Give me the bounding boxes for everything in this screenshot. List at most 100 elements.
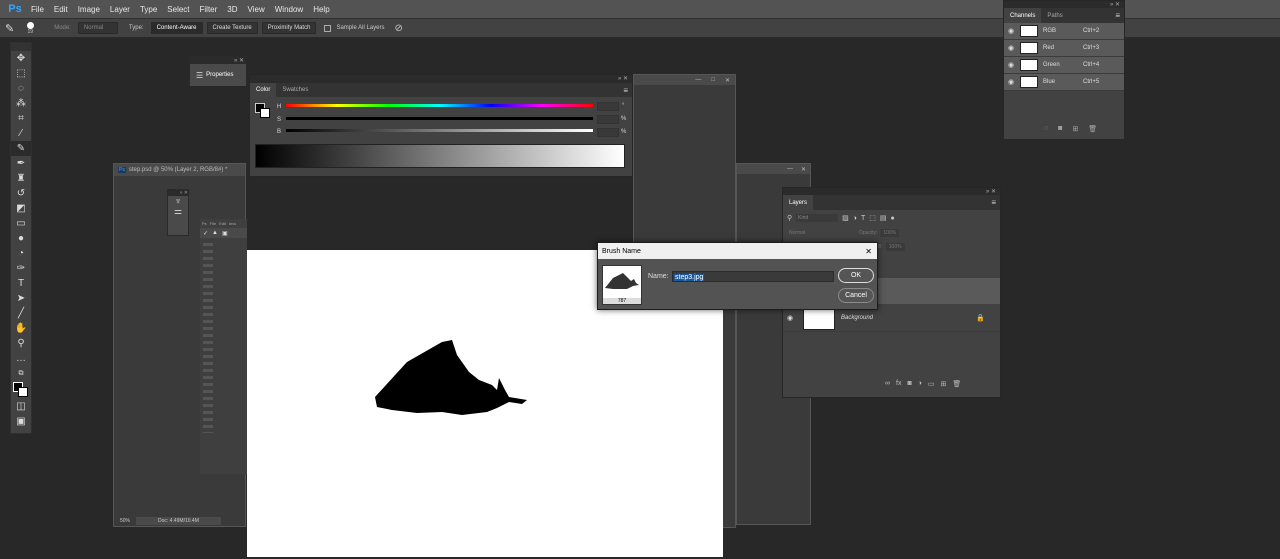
history-brush-icon[interactable]: ↺ <box>11 186 31 201</box>
eye-icon[interactable]: ◉ <box>1004 27 1018 35</box>
adjust-icon[interactable]: ⚌ <box>168 206 188 217</box>
channel-row[interactable]: ◉ Green Ctrl+4 <box>1004 57 1124 74</box>
properties-panel-grip[interactable]: » ✕ <box>190 57 246 64</box>
close-icon-2[interactable]: ✕ <box>797 166 810 173</box>
save-selection-icon[interactable]: ◙ <box>1058 125 1062 133</box>
mode-select[interactable]: Normal <box>77 22 118 34</box>
tab-layers[interactable]: Layers <box>783 195 814 210</box>
layers-panel-grip[interactable]: » ✕ <box>783 188 1000 195</box>
zoom-level[interactable]: 50% <box>114 518 136 524</box>
stamp-tool-icon[interactable]: ♜ <box>11 171 31 186</box>
channels-panel-grip[interactable]: » ✕ <box>1004 1 1124 8</box>
new-channel-icon[interactable]: ⊞ <box>1072 125 1078 133</box>
more-tools-icon[interactable]: … <box>11 351 31 366</box>
menu-select[interactable]: Select <box>162 5 194 14</box>
brush-tool-icon[interactable]: ✒ <box>11 156 31 171</box>
create-texture-button[interactable]: Create Texture <box>206 22 258 34</box>
pressure-icon[interactable]: ⊘ <box>389 21 407 36</box>
color-panel-grip[interactable]: » ✕ <box>250 75 632 83</box>
dialog-close-icon[interactable]: ✕ <box>865 247 877 256</box>
line-tool-icon[interactable]: ╱ <box>11 306 31 321</box>
ok-button[interactable]: OK <box>838 268 874 283</box>
tab-swatches[interactable]: Swatches <box>276 83 314 97</box>
menu-file[interactable]: File <box>26 5 49 14</box>
filter-shape-icon[interactable]: ⬚ <box>869 214 876 222</box>
delete-channel-icon[interactable]: 🗑 <box>1088 125 1097 133</box>
quick-mask-icon[interactable]: ◫ <box>11 399 31 414</box>
blend-mode-select[interactable]: Normal <box>789 230 859 236</box>
background-color[interactable] <box>18 387 28 397</box>
menu-window[interactable]: Window <box>270 5 308 14</box>
healing-brush-tool-icon[interactable]: ✎ <box>11 141 31 156</box>
channel-row[interactable]: ◉ RGB Ctrl+2 <box>1004 23 1124 40</box>
brush-name-input[interactable]: step3.jpg <box>672 271 834 282</box>
filter-smart-icon[interactable]: ▤ <box>880 214 887 222</box>
color-ramp[interactable] <box>255 144 625 168</box>
gradient-tool-icon[interactable]: ▭ <box>11 216 31 231</box>
healing-brush-icon[interactable]: ✎ <box>0 20 19 37</box>
channels-menu-icon[interactable]: ≡ <box>1115 11 1124 20</box>
menu-3d[interactable]: 3D <box>222 5 242 14</box>
crop-tool-icon[interactable]: ⌗ <box>11 111 31 126</box>
saturation-value[interactable] <box>597 115 619 124</box>
dodge-tool-icon[interactable]: ◔ <box>11 246 31 261</box>
hue-slider[interactable] <box>286 104 593 107</box>
doc-info[interactable]: Doc: 4.49M/10.4M <box>136 516 221 525</box>
default-colors-icon[interactable]: ⧉ <box>11 366 31 381</box>
tab-color[interactable]: Color <box>250 83 277 97</box>
channel-row[interactable]: ◉ Red Ctrl+3 <box>1004 40 1124 57</box>
brush-preset-picker[interactable]: 19 <box>19 21 41 35</box>
fill-value[interactable]: 100% <box>885 243 905 251</box>
screen-mode-icon[interactable]: ▣ <box>11 414 31 429</box>
tab-paths[interactable]: Paths <box>1041 8 1068 23</box>
saturation-slider[interactable] <box>286 117 593 120</box>
cancel-button[interactable]: Cancel <box>838 288 874 303</box>
pen-tool-icon[interactable]: ✑ <box>11 261 31 276</box>
move-tool-icon[interactable]: ✥ <box>11 51 31 66</box>
close-icon[interactable]: ✕ <box>720 77 735 84</box>
brightness-slider[interactable] <box>286 129 593 132</box>
menu-filter[interactable]: Filter <box>195 5 223 14</box>
opacity-value[interactable]: 100% <box>880 229 900 237</box>
tools-panel-grip[interactable] <box>11 43 31 51</box>
hand-tool-icon[interactable]: ✋ <box>11 321 31 336</box>
delete-layer-icon[interactable]: 🗑 <box>952 380 961 388</box>
menu-edit[interactable]: Edit <box>49 5 73 14</box>
color-bg-swatch[interactable] <box>260 108 270 118</box>
menu-layer[interactable]: Layer <box>105 5 135 14</box>
brightness-value[interactable] <box>597 128 619 137</box>
link-layers-icon[interactable]: ∞ <box>885 380 890 388</box>
magic-wand-icon[interactable]: ⁂ <box>11 96 31 111</box>
properties-button[interactable]: ☰ Properties <box>190 64 246 86</box>
document-title[interactable]: step.psd @ 50% (Layer 2, RGB/8#) * <box>129 167 227 173</box>
hue-value[interactable] <box>597 102 619 111</box>
content-aware-button[interactable]: Content-Aware <box>150 22 203 34</box>
type-tool-icon[interactable]: T <box>11 276 31 291</box>
filter-toggle-icon[interactable]: ● <box>891 215 895 222</box>
adjustment-layer-icon[interactable]: ◑ <box>918 380 922 388</box>
color-swatches[interactable] <box>11 381 31 399</box>
brush-settings-icon[interactable]: ♆ <box>168 196 188 206</box>
filter-pixel-icon[interactable]: ▨ <box>842 214 849 222</box>
filter-adjust-icon[interactable]: ◑ <box>853 215 857 222</box>
menu-view[interactable]: View <box>243 5 270 14</box>
add-mask-icon[interactable]: ◙ <box>907 380 911 388</box>
color-panel-menu-icon[interactable]: ≡ <box>623 86 632 95</box>
color-fg-bg[interactable] <box>255 103 271 119</box>
channel-row[interactable]: ◉ Blue Ctrl+5 <box>1004 74 1124 91</box>
lasso-tool-icon[interactable]: ◌ <box>11 81 31 96</box>
sample-all-checkbox[interactable] <box>324 24 332 32</box>
load-selection-icon[interactable]: ◌ <box>1044 125 1048 133</box>
layers-menu-icon[interactable]: ≡ <box>991 198 1000 207</box>
tab-channels[interactable]: Channels <box>1004 8 1042 23</box>
fx-icon[interactable]: fx <box>896 380 901 388</box>
marquee-tool-icon[interactable]: ⬚ <box>11 66 31 81</box>
filter-type-icon[interactable]: T <box>861 215 865 222</box>
eraser-tool-icon[interactable]: ◩ <box>11 201 31 216</box>
eye-icon[interactable]: ◉ <box>1004 44 1018 52</box>
menu-help[interactable]: Help <box>308 5 334 14</box>
new-layer-icon[interactable]: ⊞ <box>941 380 947 388</box>
kind-filter[interactable]: Kind <box>796 214 839 222</box>
path-select-icon[interactable]: ➤ <box>11 291 31 306</box>
layer-eye-icon[interactable]: ◉ <box>783 314 797 322</box>
